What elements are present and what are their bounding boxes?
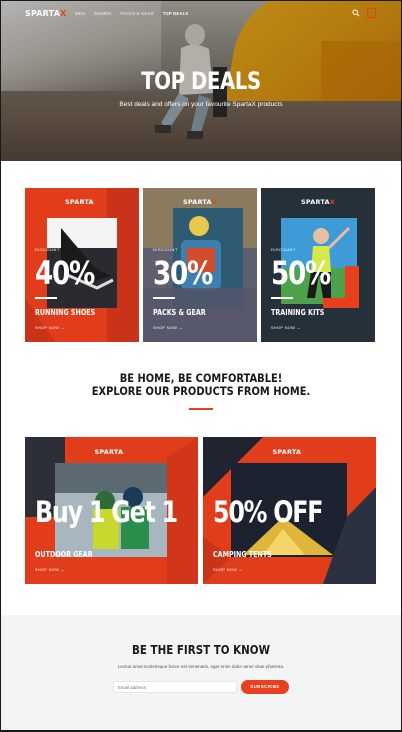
card-category: CAMPING TENTS (213, 550, 272, 559)
card-category: OUTDOOR GEAR (35, 550, 93, 559)
card-divider (271, 297, 293, 299)
deal-card-running-shoes[interactable]: SPARTAX DISCOUNT 40% RUNNING SHOES SHOP … (25, 188, 139, 342)
card-logo: SPARTAX (183, 198, 217, 206)
shop-now-link[interactable]: SHOP NOW → (35, 326, 65, 330)
heading-accent-line (189, 408, 213, 410)
search-icon[interactable] (352, 9, 360, 17)
card-category: PACKS & GEAR (153, 308, 206, 317)
subscribe-button[interactable]: SUBSCRIBE (241, 680, 289, 694)
discount-label: DISCOUNT (35, 247, 60, 252)
newsletter-section: BE THE FIRST TO KNOW Lectus amet sceleri… (1, 615, 401, 730)
card-category: TRAINING KITS (271, 308, 325, 317)
hero-subtitle: Best deals and offers on your favourite … (119, 101, 283, 108)
newsletter-title: BE THE FIRST TO KNOW (132, 643, 270, 657)
cart-icon[interactable]: 0 (367, 8, 376, 18)
shop-now-link[interactable]: SHOP NOW → (213, 568, 243, 572)
email-field[interactable] (113, 681, 237, 693)
cart-count: 0 (370, 11, 373, 16)
discount-label: DISCOUNT (153, 247, 178, 252)
card-logo: SPARTAX (272, 448, 307, 456)
hero-banner: TOP DEALS Best deals and offers on your … (1, 1, 401, 161)
top-navigation: SPARTAX MEN WOMEN PACKS & GEAR TOP DEALS… (1, 1, 401, 25)
card-logo: SPARTAX (94, 448, 129, 456)
page: TOP DEALS Best deals and offers on your … (1, 1, 401, 730)
nav-link-men[interactable]: MEN (75, 11, 85, 16)
discount-label: DISCOUNT (271, 247, 296, 252)
card-divider (153, 297, 175, 299)
section-heading-line2: EXPLORE OUR PRODUCTS FROM HOME. (91, 384, 311, 398)
card-divider (35, 297, 57, 299)
promo-headline: Buy 1 Get 1 (35, 495, 178, 529)
nav-link-packs-gear[interactable]: PACKS & GEAR (120, 11, 153, 16)
promo-card-outdoor-gear[interactable]: SPARTAX Buy 1 Get 1 OUTDOOR GEAR SHOP NO… (25, 437, 198, 584)
nav-links: MEN WOMEN PACKS & GEAR TOP DEALS (75, 11, 188, 16)
shop-now-link[interactable]: SHOP NOW → (271, 326, 301, 330)
promo-card-camping-tents[interactable]: SPARTAX 50% OFF CAMPING TENTS SHOP NOW → (203, 437, 376, 584)
shop-now-link[interactable]: SHOP NOW → (35, 568, 65, 572)
promo-headline: 50% OFF (213, 495, 324, 529)
hero-title: TOP DEALS (141, 67, 261, 95)
site-logo[interactable]: SPARTAX (25, 9, 67, 18)
nav-link-top-deals[interactable]: TOP DEALS (163, 11, 189, 16)
deal-card-packs-gear[interactable]: SPARTAX DISCOUNT 30% PACKS & GEAR SHOP N… (143, 188, 257, 342)
discount-percent: 40% (35, 254, 95, 292)
card-logo: SPARTAX (65, 198, 99, 206)
card-category: RUNNING SHOES (35, 308, 96, 317)
nav-link-women[interactable]: WOMEN (94, 11, 112, 16)
deal-card-training-kits[interactable]: SPARTAX DISCOUNT 50% TRAINING KITS SHOP … (261, 188, 375, 342)
discount-percent: 30% (153, 254, 213, 292)
shop-now-link[interactable]: SHOP NOW → (153, 326, 183, 330)
card-logo: SPARTAX (301, 198, 335, 206)
discount-percent: 50% (271, 254, 331, 292)
newsletter-text: Lectus amet scelerisque fusce est venena… (117, 664, 285, 669)
